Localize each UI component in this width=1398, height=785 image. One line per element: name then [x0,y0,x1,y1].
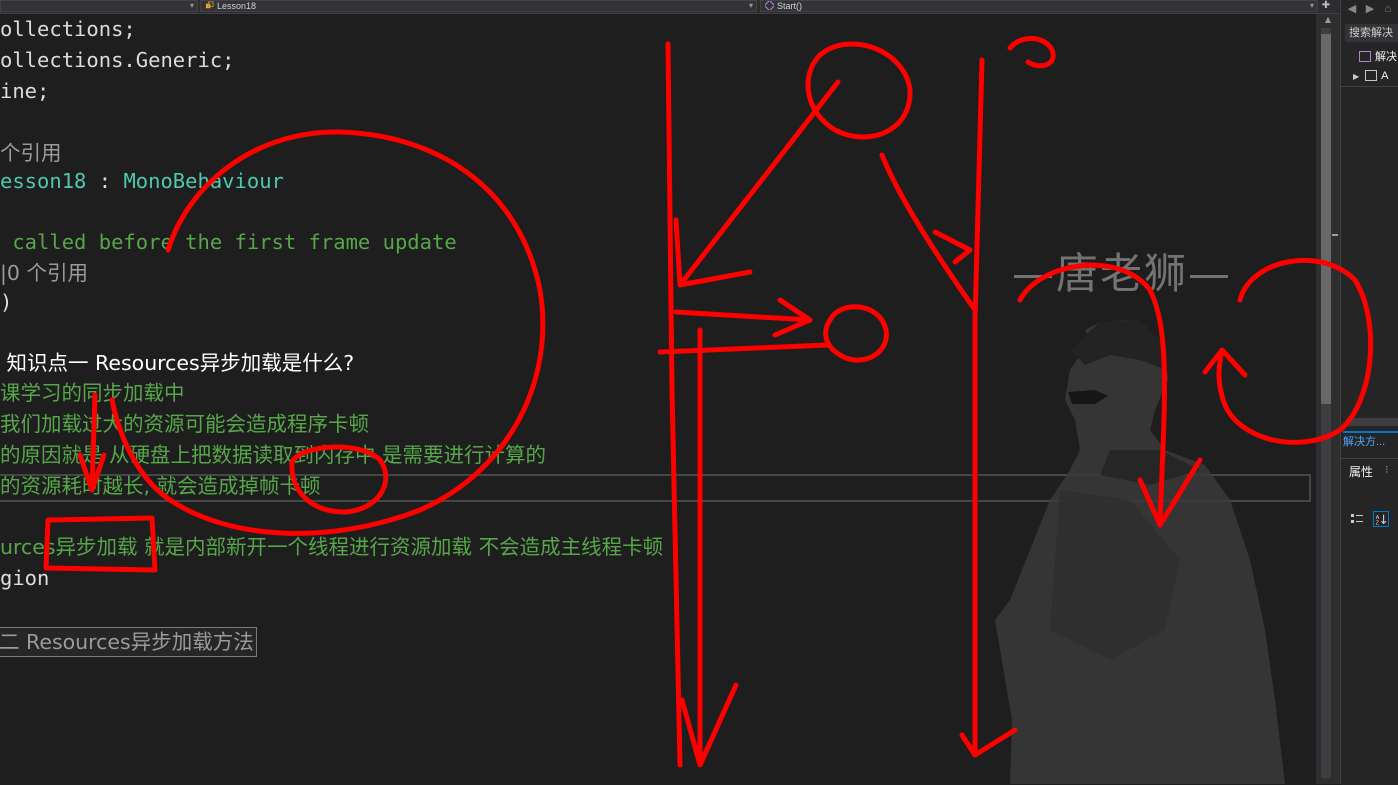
divider [1341,86,1398,87]
member-dropdown-label: Start() [777,1,803,11]
collapsed-region-label: 二 Resources异步加载方法 [0,628,254,656]
class-dropdown-label: Lesson18 [217,1,257,11]
code-comment: 我们加载过大的资源可能会造成程序卡顿 [0,409,369,440]
home-icon[interactable]: ⌂ [1381,2,1395,16]
split-editor-icon[interactable]: ✚ [1320,0,1332,12]
back-icon[interactable]: ◀ [1345,2,1359,16]
code-text: ine; [0,79,50,103]
alphabetical-sort-icon[interactable]: AZ [1373,511,1389,527]
code-text: 个引用 [0,141,62,165]
code-text: urces异步加载 就是内部新开一个线程进行资源加载 不会造成主线程卡顿 [0,535,664,559]
code-text: 的原因就是 从硬盘上把数据读取到内存中 是需要进行计算的 [0,443,547,467]
solution-explorer-panel: ◀ ▶ ⌂ 搜索解决 解决 ▶ A 解决方... 属性 ⁝ AZ [1340,0,1398,785]
endregion-line: gion [0,563,49,594]
panel-options-icon[interactable]: ⁝ [1385,463,1389,476]
navigation-bar: ▾ Lesson18 ▾ Start() ▾ ✚ [0,0,1340,14]
code-text: |0 个引用 [0,261,88,285]
search-placeholder: 搜索解决 [1349,27,1393,39]
code-comment: 的原因就是 从硬盘上把数据读取到内存中 是需要进行计算的 [0,440,546,471]
code-line-3: ine; [0,76,49,107]
collapsed-region[interactable]: 二 Resources异步加载方法 [0,627,257,657]
svg-text:Z: Z [1376,520,1380,526]
region-heading: 知识点一 Resources异步加载是什么? [0,348,355,379]
horizontal-scrollbar[interactable] [1347,418,1398,426]
categorized-icon[interactable] [1349,511,1365,527]
tree-item-solution[interactable]: 解决 [1341,48,1398,66]
member-dropdown[interactable]: Start() ▾ [760,0,1318,12]
code-text: 二 Resources异步加载方法 [0,630,254,654]
properties-panel: 属性 ⁝ AZ [1341,458,1398,785]
reference-count[interactable]: 个引用 [0,138,62,169]
code-text: ollections.Generic; [0,48,235,72]
code-comment: 的资源耗时越长, 就会造成掉帧卡顿 [0,471,321,502]
code-text: ollections; [0,17,136,41]
code-text: ) [0,290,13,314]
code-text: 知识点一 Resources异步加载是什么? [0,351,355,375]
code-text: gion [0,566,50,590]
tree-item-project[interactable]: ▶ A [1341,67,1398,85]
code-text: 的资源耗时越长, 就会造成掉帧卡顿 [0,474,321,498]
solution-icon [1359,51,1371,62]
class-icon [205,1,214,9]
tree-item-label: A [1381,70,1389,82]
code-line-2: ollections.Generic; [0,45,235,76]
tab-label: 解决方... [1343,436,1386,448]
tree-item-label: 解决 [1375,51,1397,63]
caret-marker [1332,234,1338,236]
base-class-name: MonoBehaviour [123,169,284,193]
project-icon [1365,70,1378,81]
code-comment: 课学习的同步加载中 [0,378,185,409]
forward-icon[interactable]: ▶ [1363,2,1377,16]
colon: : [86,169,124,193]
class-declaration: esson18 : MonoBehaviour [0,166,284,197]
code-text: 课学习的同步加载中 [0,381,185,405]
project-dropdown[interactable]: ▾ [0,0,198,12]
class-name: esson18 [0,169,87,193]
code-comment: urces异步加载 就是内部新开一个线程进行资源加载 不会造成主线程卡顿 [0,532,663,563]
solution-search-input[interactable]: 搜索解决 [1345,24,1398,42]
properties-title: 属性 [1349,465,1374,479]
chevron-down-icon: ▾ [1309,1,1314,10]
instructor-figure-image [995,320,1285,784]
code-comment: called before the first frame update [0,227,457,258]
class-dropdown[interactable]: Lesson18 ▾ [200,0,757,12]
reference-count[interactable]: |0 个引用 [0,258,88,289]
code-line-1: ollections; [0,14,136,45]
scroll-up-icon[interactable]: ▲ [1316,14,1340,26]
scrollbar-thumb[interactable] [1321,34,1331,404]
method-icon [765,1,774,10]
chevron-down-icon: ▾ [748,1,753,10]
watermark-text: —唐老狮— [1012,249,1233,298]
chevron-down-icon: ▾ [189,1,194,10]
code-text: called before the first frame update [0,230,457,254]
method-parens: ) [0,287,12,318]
code-text: 我们加载过大的资源可能会造成程序卡顿 [0,412,369,436]
expand-arrow-icon[interactable]: ▶ [1353,72,1359,81]
tab-solution-explorer[interactable]: 解决方... [1343,431,1398,451]
